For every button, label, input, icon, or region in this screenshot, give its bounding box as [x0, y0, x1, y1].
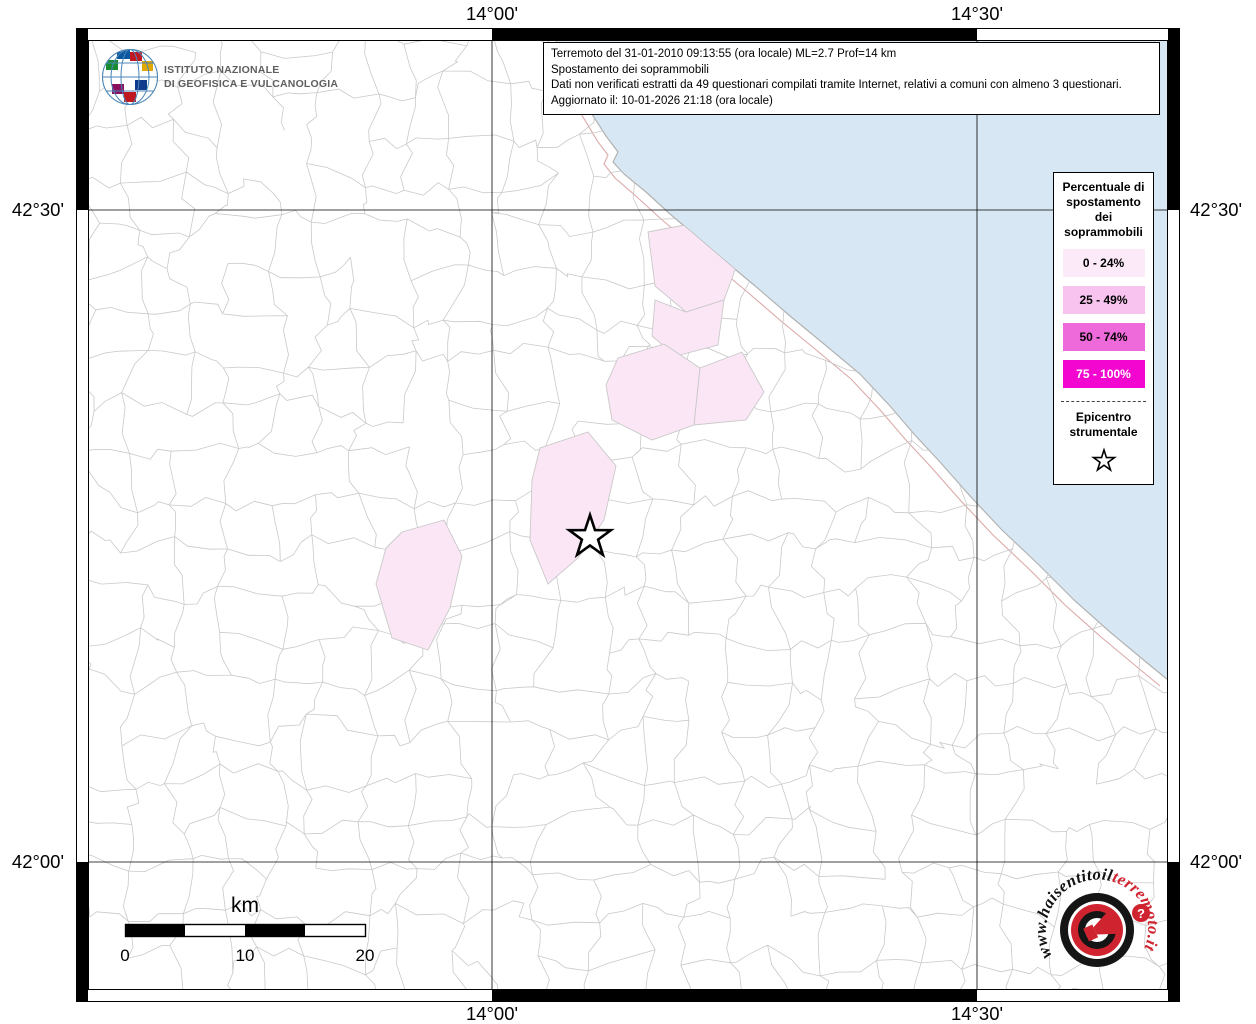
ingv-line-1: ISTITUTO NAZIONALE: [164, 64, 338, 78]
map-canvas: km 0 10 20: [0, 0, 1256, 1024]
axis-label-right-top: 42°30': [1190, 199, 1242, 221]
earthquake-info-box: Terremoto del 31-01-2010 09:13:55 (ora l…: [543, 42, 1160, 115]
scale-tick-20: 20: [356, 946, 375, 965]
axis-label-bottom-right: 14°30': [951, 1003, 1003, 1024]
ingv-logo-globe-icon: [103, 49, 158, 105]
info-line-effect: Spostamento dei soprammobili: [551, 63, 1152, 79]
legend-swatch: 75 - 100%: [1063, 360, 1145, 388]
legend-separator: [1061, 401, 1146, 402]
info-line-updated: Aggiornato il: 10-01-2026 21:18 (ora loc…: [551, 94, 1152, 110]
scale-tick-0: 0: [120, 946, 129, 965]
earthquake-map-page: km 0 10 20: [0, 0, 1256, 1024]
info-line-event: Terremoto del 31-01-2010 09:13:55 (ora l…: [551, 47, 1152, 63]
axis-label-top-right: 14°30': [951, 3, 1003, 25]
axis-label-right-bottom: 42°00': [1190, 851, 1242, 873]
legend-swatch: 0 - 24%: [1063, 249, 1145, 277]
axis-label-bottom-left: 14°00': [466, 1003, 518, 1024]
legend-epicenter-label: Epicentro strumentale: [1064, 410, 1144, 440]
axis-label-top-left: 14°00': [466, 3, 518, 25]
legend-box: Percentuale di spostamento dei soprammob…: [1053, 172, 1154, 485]
epicenter-star-icon: [1089, 445, 1119, 475]
axis-label-left-top: 42°30': [2, 199, 64, 221]
ingv-logo-text: ISTITUTO NAZIONALE DI GEOFISICA E VULCAN…: [164, 64, 338, 91]
scale-unit-label: km: [231, 894, 259, 917]
legend-swatch: 50 - 74%: [1063, 323, 1145, 351]
legend-swatch: 25 - 49%: [1063, 286, 1145, 314]
legend-title: Percentuale di spostamento dei soprammob…: [1062, 180, 1146, 240]
scale-tick-10: 10: [236, 946, 255, 965]
axis-label-left-bottom: 42°00': [2, 851, 64, 873]
ingv-line-2: DI GEOFISICA E VULCANOLOGIA: [164, 78, 338, 92]
info-line-disclaimer: Dati non verificati estratti da 49 quest…: [551, 78, 1152, 94]
